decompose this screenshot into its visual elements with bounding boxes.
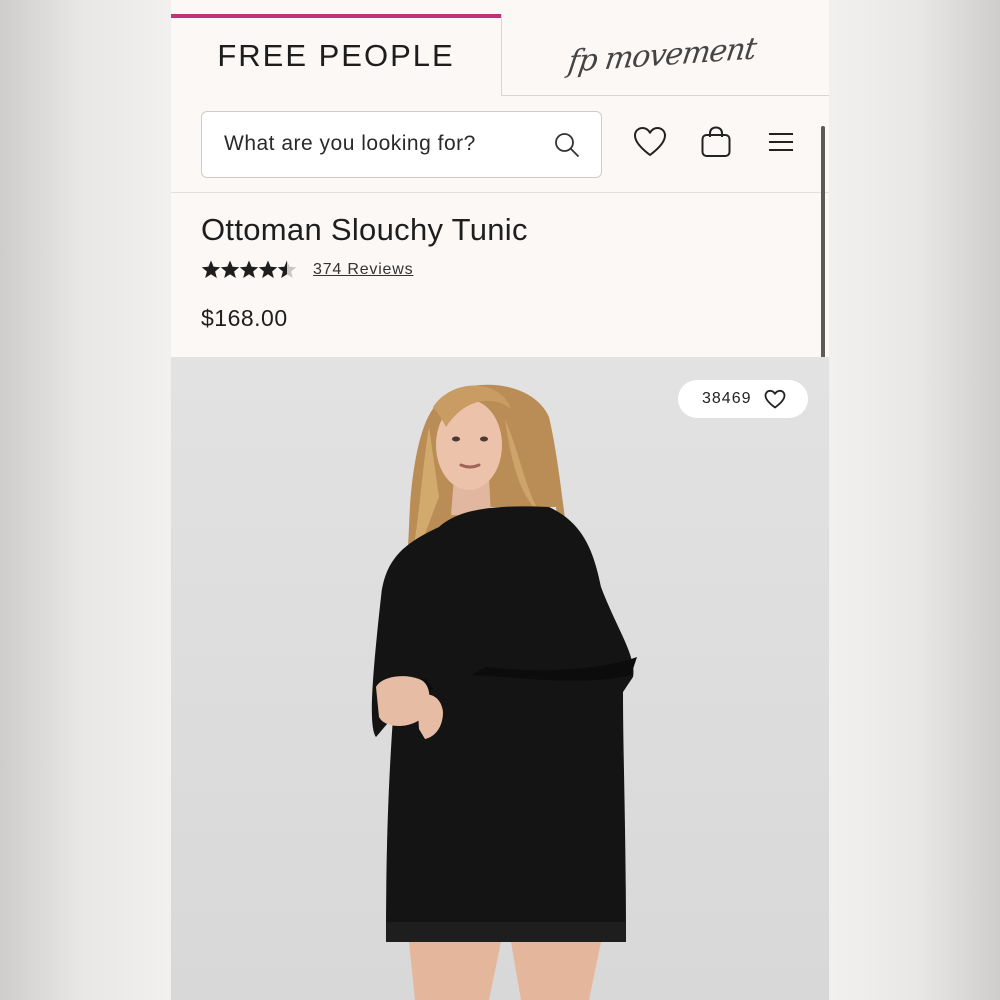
reviews-link[interactable]: 374 Reviews [313,261,413,279]
rating-stars [201,260,297,278]
tab-fp-movement[interactable]: fp movement [501,14,829,96]
rating-star [220,260,240,278]
tab-free-people-label: FREE PEOPLE [217,38,455,73]
product-photo[interactable] [171,357,829,1000]
rating-star [239,260,259,278]
product-page: FREE PEOPLE fp movement Ottoman Slouchy … [171,0,829,1000]
rating-star [201,260,221,278]
search-box[interactable] [201,111,602,178]
heart-icon [764,389,786,409]
search-input[interactable] [224,112,534,176]
search-icon[interactable] [552,130,582,160]
menu-icon[interactable] [763,124,799,160]
fp-movement-logo: fp movement [565,31,759,80]
brand-tabs: FREE PEOPLE fp movement [171,0,829,96]
favorite-count: 38469 [702,390,752,407]
rating-star [277,260,297,278]
rating-star [258,260,278,278]
product-price: $168.00 [201,305,288,331]
tab-free-people[interactable]: FREE PEOPLE [171,14,501,96]
heart-icon[interactable] [632,124,668,160]
header-bar [171,96,829,193]
favorite-count-button[interactable]: 38469 [678,380,808,418]
bag-icon[interactable] [698,124,734,160]
model-illustration [371,384,637,1000]
product-title: Ottoman Slouchy Tunic [201,212,528,247]
